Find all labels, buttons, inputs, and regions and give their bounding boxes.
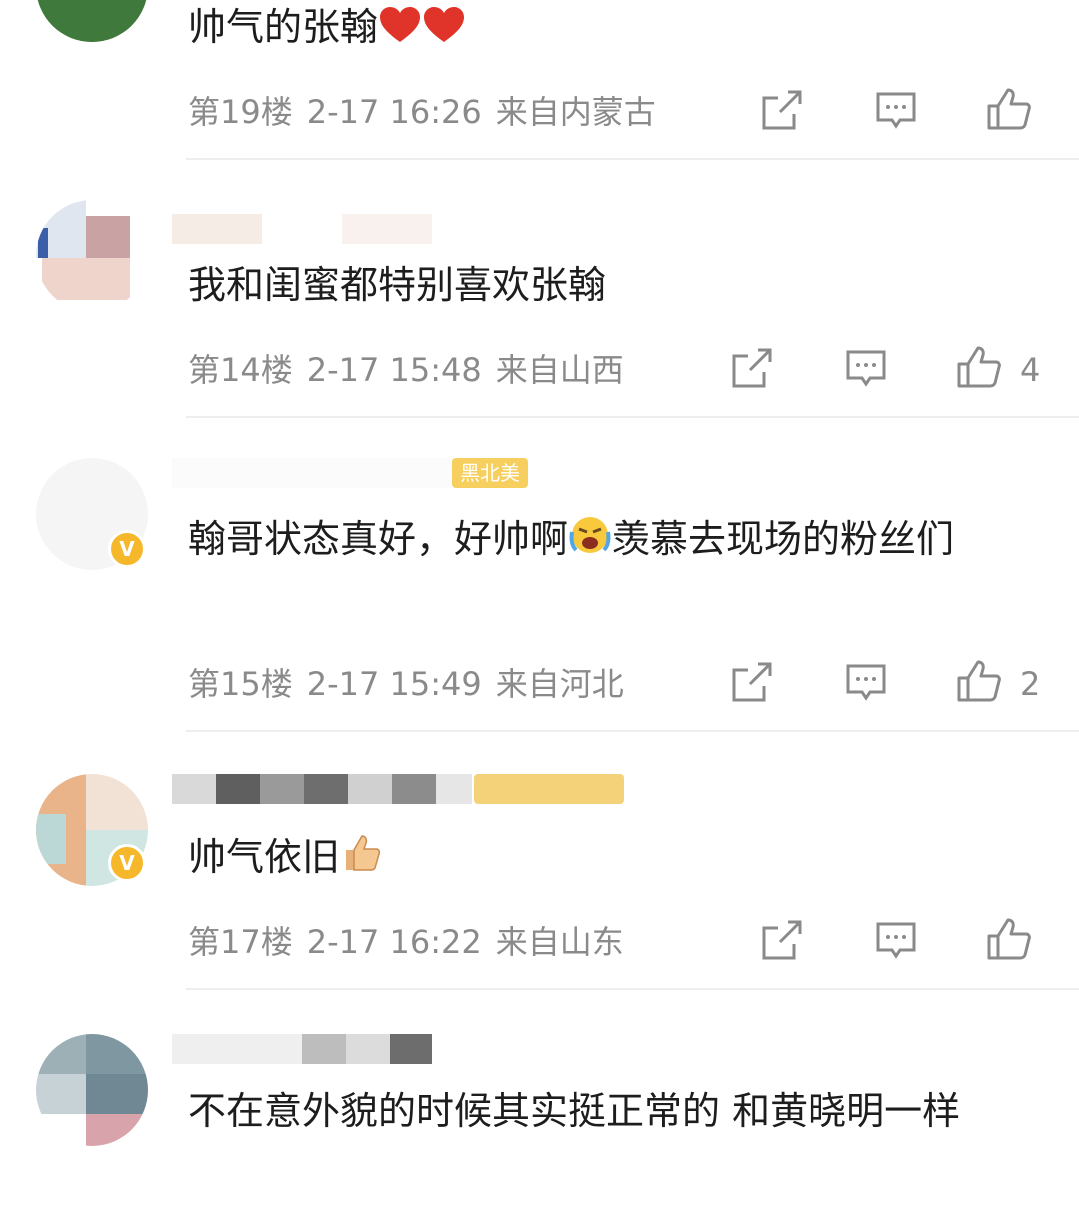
avatar[interactable] [36,1034,148,1146]
comment-icon [846,350,886,387]
location: 来自山东 [495,923,624,961]
thumbs-up-emoji [340,830,382,892]
location: 来自内蒙古 [495,93,656,131]
comment-text: 我和闺蜜都特别喜欢张翰 [188,263,607,307]
floor-number: 第15楼 [188,665,293,703]
username-blurred[interactable] [172,214,432,244]
like-button[interactable] [956,658,1001,702]
comment-icon [846,664,886,701]
username-blurred[interactable] [172,458,452,488]
avatar[interactable] [36,200,148,312]
share-button[interactable] [730,660,774,704]
timestamp: 2-17 15:49 [306,665,482,703]
verified-badge: V [108,530,146,568]
username-blurred[interactable] [172,1034,432,1064]
like-count: 2 [1020,665,1041,703]
comment-button[interactable] [874,88,918,132]
divider [186,158,1079,160]
comment-meta: 第19楼 2-17 16:26 来自内蒙古 [188,92,670,132]
divider [186,988,1079,990]
crying-laughing-emoji [568,512,612,574]
location: 来自山西 [495,351,624,389]
floor-number: 第17楼 [188,923,293,961]
comment-text: 帅气的张翰 [188,0,1058,62]
thumbs-up-icon [957,660,1001,702]
heart-emoji [378,0,422,62]
avatar[interactable] [36,0,148,42]
floor-number: 第19楼 [188,93,293,131]
username-blurred[interactable] [172,774,472,804]
share-button[interactable] [730,346,774,390]
fan-tag[interactable]: 黑北美 [452,458,528,488]
comment-icon [876,92,916,129]
thumbs-up-icon [957,346,1001,388]
timestamp: 2-17 16:26 [306,93,482,131]
comment-text: 不在意外貌的时候其实挺正常的 和黄晓明一样 [188,1089,961,1133]
timestamp: 2-17 16:22 [306,923,482,961]
thumbs-up-icon [987,88,1031,130]
share-icon [762,920,802,960]
verified-badge: V [108,844,146,882]
share-button[interactable] [760,88,804,132]
comment-button[interactable] [844,660,888,704]
like-count: 4 [1020,351,1041,389]
like-button[interactable] [986,86,1031,130]
like-button[interactable] [956,344,1001,388]
timestamp: 2-17 15:48 [306,351,482,389]
comment-text: 翰哥状态真好，好帅啊 羡慕去现场的粉丝们 [188,508,1058,574]
location: 来自河北 [495,665,624,703]
comment-text: 帅气依旧 [188,826,1058,892]
comment-meta: 第15楼 2-17 15:49 来自河北 [188,664,638,704]
divider [186,730,1079,732]
comment-icon [876,922,916,959]
comment-button[interactable] [874,918,918,962]
thumbs-up-icon [987,918,1031,960]
comment-button[interactable] [844,346,888,390]
fan-tag[interactable] [474,774,624,804]
heart-emoji [422,0,466,62]
share-icon [762,90,802,130]
share-icon [732,348,772,388]
like-button[interactable] [986,916,1031,960]
share-icon [732,662,772,702]
comment-meta: 第14楼 2-17 15:48 来自山西 [188,350,638,390]
floor-number: 第14楼 [188,351,293,389]
comment-meta: 第17楼 2-17 16:22 来自山东 [188,922,638,962]
divider [186,416,1079,418]
share-button[interactable] [760,918,804,962]
